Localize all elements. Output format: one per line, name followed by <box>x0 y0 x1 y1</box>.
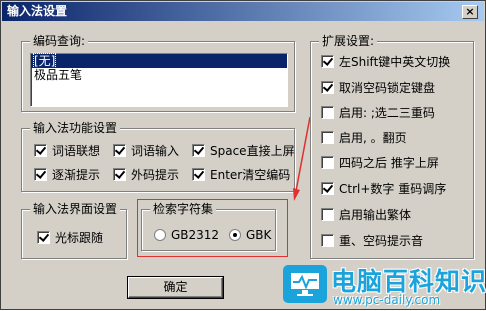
checkbox-box[interactable] <box>34 167 47 181</box>
checkbox-box[interactable] <box>34 143 47 157</box>
settings-window: 输入法设置 × 编码查询: [无] 极品五笔 输入法功能设置 词语联想 词语输入… <box>0 0 486 310</box>
monitor-logo-icon <box>283 265 327 303</box>
close-button[interactable]: × <box>462 5 478 19</box>
left-shift-toggle-checkbox[interactable]: 左Shift键中英文切换 <box>321 53 450 69</box>
charset-highlight-box <box>137 199 288 257</box>
cursor-follow-checkbox[interactable]: 光标跟随 <box>37 229 103 245</box>
list-item[interactable]: [无] <box>31 53 287 69</box>
watermark: 电脑百科知识 www.pc-daily.com <box>271 251 486 311</box>
ui-settings-legend: 输入法界面设置 <box>30 202 121 216</box>
beep-hint-checkbox[interactable]: 重、空码提示音 <box>321 232 423 248</box>
checkbox-box[interactable] <box>321 207 334 221</box>
checkbox-box[interactable] <box>321 105 334 119</box>
checkbox-box[interactable] <box>113 167 126 181</box>
checkbox-box[interactable] <box>37 230 50 244</box>
close-icon: × <box>465 5 475 18</box>
checkbox-box[interactable] <box>321 80 334 94</box>
code-query-group: 编码查询: [无] 极品五笔 <box>21 34 295 112</box>
space-commit-checkbox[interactable]: Space直接上屏 <box>192 142 295 158</box>
list-item[interactable]: 极品五笔 <box>31 68 287 82</box>
enter-clear-checkbox[interactable]: Enter清空编码 <box>192 166 290 182</box>
ctrl-number-reorder-checkbox[interactable]: Ctrl+数字 重码调序 <box>321 180 446 196</box>
features-legend: 输入法功能设置 <box>30 121 121 135</box>
word-association-checkbox[interactable]: 词语联想 <box>34 142 100 158</box>
external-code-hint-checkbox[interactable]: 外码提示 <box>113 166 179 182</box>
enable-page-turn-checkbox[interactable]: 启用, 。翻页 <box>321 129 407 145</box>
traditional-output-checkbox[interactable]: 启用输出繁体 <box>321 206 411 222</box>
features-group: 输入法功能设置 词语联想 词语输入 Space直接上屏 逐渐提示 外码提示 En… <box>21 121 295 192</box>
code-query-list[interactable]: [无] 极品五笔 <box>30 53 288 107</box>
ok-button[interactable]: 确定 <box>127 276 224 299</box>
gradual-hint-checkbox[interactable]: 逐渐提示 <box>34 166 100 182</box>
checkbox-box[interactable] <box>192 167 205 181</box>
word-input-checkbox[interactable]: 词语输入 <box>113 142 179 158</box>
checkbox-box[interactable] <box>321 130 334 144</box>
cancel-empty-lock-checkbox[interactable]: 取消空码锁定键盘 <box>321 79 435 95</box>
checkbox-box[interactable] <box>321 233 334 247</box>
ui-settings-group: 输入法界面设置 光标跟随 <box>21 202 127 259</box>
window-title: 输入法设置 <box>7 4 68 18</box>
watermark-url: www.pc-daily.com <box>333 293 441 307</box>
extended-group: 扩展设置: 左Shift键中英文切换 取消空码锁定键盘 启用: ;选二三重码 启… <box>310 34 474 259</box>
four-code-commit-checkbox[interactable]: 四码之后 推字上屏 <box>321 154 439 170</box>
checkbox-box[interactable] <box>321 155 334 169</box>
checkbox-box[interactable] <box>113 143 126 157</box>
code-query-legend: 编码查询: <box>30 34 89 48</box>
checkbox-box[interactable] <box>321 181 334 195</box>
extended-legend: 扩展设置: <box>319 34 378 48</box>
enable-second-third-checkbox[interactable]: 启用: ;选二三重码 <box>321 104 435 120</box>
checkbox-box[interactable] <box>321 54 334 68</box>
checkbox-box[interactable] <box>192 143 205 157</box>
title-bar: 输入法设置 × <box>2 2 484 21</box>
